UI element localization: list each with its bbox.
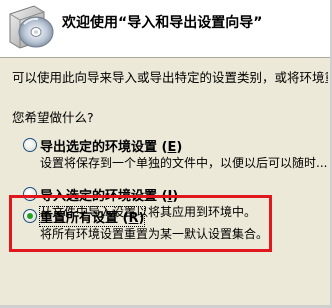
wizard-title: 欢迎使用“导入和导出设置向导”	[62, 15, 263, 31]
settings-wizard-window: 欢迎使用“导入和导出设置向导” 可以使用此向导来导入或导出特定的设置类别，或将环…	[0, 0, 332, 308]
highlight-annotation-box	[9, 195, 272, 252]
export-settings-label[interactable]: 导出选定的环境设置 (E)	[40, 136, 182, 155]
cd-disc-wizard-icon	[9, 5, 54, 49]
intro-text: 可以使用此向导来导入或导出特定的设置类别，或将环境重	[12, 70, 328, 85]
export-settings-option[interactable]: 导出选定的环境设置 (E) 设置将保存到一个单独的文件中，以便以后可以随时...	[20, 134, 330, 174]
export-settings-radio[interactable]	[23, 138, 37, 152]
wizard-header: 欢迎使用“导入和导出设置向导”	[0, 0, 330, 58]
export-settings-description: 设置将保存到一个单独的文件中，以便以后可以随时...	[40, 156, 328, 170]
question-text: 您希望做什么?	[12, 110, 94, 125]
